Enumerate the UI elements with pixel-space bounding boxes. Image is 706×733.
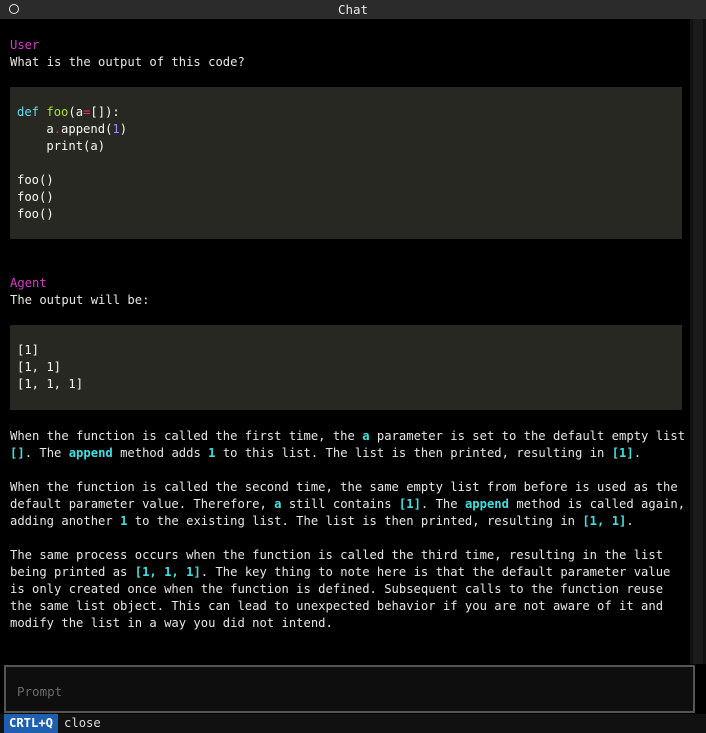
chat-transcript[interactable]: User What is the output of this code? de… [0,19,690,664]
user-role-label: User [10,38,40,52]
prompt-box[interactable] [4,665,695,713]
footer-bar: CRTL+Q close [0,714,706,733]
output-line: [1, 1, 1] [17,377,84,391]
window-title: Chat [337,2,369,17]
code-content: def foo(a=[]): a.append(1) print(a) foo(… [17,105,128,221]
chat-scrollbar[interactable] [690,19,706,664]
agent-message: Agent The output will be: [10,275,684,309]
prompt-input[interactable] [17,681,677,701]
agent-output-block: [1] [1, 1] [1, 1, 1] [10,325,682,410]
explanation-paragraph-1: When the function is called the first ti… [10,429,686,460]
agent-intro-text: The output will be: [10,293,150,307]
user-message-text: What is the output of this code? [10,55,245,69]
title-bar: Chat [0,0,706,19]
output-line: [1] [17,343,40,357]
agent-role-label: Agent [10,276,47,290]
scrollbar-thumb[interactable] [693,19,703,664]
explanation-paragraph-2: When the function is called the second t… [10,480,686,528]
output-line: [1, 1] [17,360,62,374]
explanation-paragraph-3: The same process occurs when the functio… [10,548,671,630]
close-shortcut-key[interactable]: CRTL+Q [4,714,59,733]
user-code-block: def foo(a=[]): a.append(1) print(a) foo(… [10,87,682,239]
window-status-icon [9,4,19,14]
close-shortcut-label[interactable]: close [64,716,101,730]
output-content: [1] [1, 1] [1, 1, 1] [10,325,682,410]
user-message: User What is the output of this code? [10,37,684,71]
